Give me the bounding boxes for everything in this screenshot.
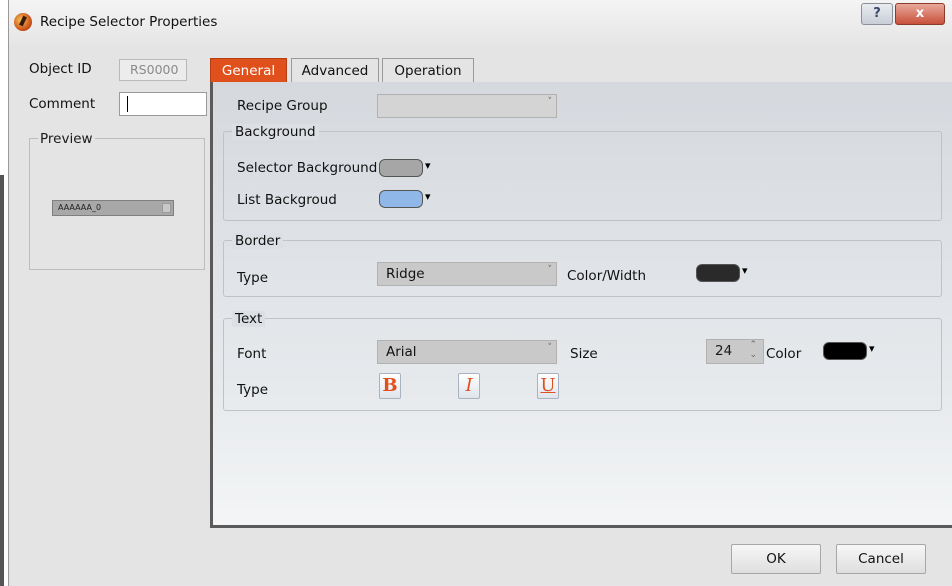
cancel-button[interactable]: Cancel [836, 544, 926, 574]
ok-button[interactable]: OK [731, 544, 821, 574]
tab-general[interactable]: General [210, 58, 287, 83]
selector-background-swatch [379, 159, 423, 177]
background-group-title: Background [232, 124, 319, 140]
font-value: Arial [386, 344, 417, 360]
chevron-down-icon: ˅ [547, 343, 553, 353]
recipe-group-dropdown[interactable]: ˅ [377, 94, 557, 118]
recipe-app-icon [14, 13, 32, 31]
underline-icon[interactable]: U [537, 373, 559, 399]
size-label: Size [570, 346, 598, 362]
dropdown-arrow-icon: ▾ [869, 342, 875, 355]
comment-label: Comment [29, 96, 96, 112]
dropdown-arrow-icon: ▾ [425, 159, 431, 172]
dialog-window: Recipe Selector Properties ? x Object ID… [8, 0, 952, 586]
preview-combo-arrow-icon [162, 203, 171, 213]
color-width-label: Color/Width [567, 268, 647, 284]
font-size-spinner[interactable]: 24 ⌃ ⌄ [706, 339, 764, 364]
list-background-color-picker[interactable]: ▾ [379, 188, 435, 210]
font-dropdown[interactable]: Arial ˅ [377, 340, 557, 364]
comment-input[interactable] [119, 92, 207, 116]
title-bar: Recipe Selector Properties ? x [9, 0, 952, 44]
border-type-value: Ridge [386, 266, 425, 282]
tab-operation[interactable]: Operation [382, 58, 474, 83]
border-color-picker[interactable]: ▾ [696, 262, 752, 284]
border-type-dropdown[interactable]: Ridge ˅ [377, 262, 557, 286]
text-color-swatch [823, 342, 867, 360]
list-background-swatch [379, 190, 423, 208]
help-button[interactable]: ? [861, 3, 893, 25]
text-type-label: Type [237, 382, 269, 398]
chevron-down-icon: ˅ [547, 97, 553, 107]
close-button[interactable]: x [895, 3, 945, 25]
window-frame-edge [0, 175, 4, 586]
dropdown-arrow-icon: ▾ [742, 264, 748, 277]
border-color-swatch [696, 264, 740, 282]
preview-combo-text: AAAAAA_0 [58, 203, 102, 212]
font-size-value: 24 [715, 343, 733, 359]
text-caret [127, 96, 128, 112]
list-background-label: List Backgroud [237, 192, 337, 208]
text-color-label: Color [766, 346, 802, 362]
italic-icon[interactable]: I [458, 373, 480, 399]
tab-advanced[interactable]: Advanced [291, 58, 379, 83]
window-title: Recipe Selector Properties [40, 14, 218, 30]
dropdown-arrow-icon: ▾ [425, 190, 431, 203]
preview-combo: AAAAAA_0 [52, 200, 174, 216]
text-color-picker[interactable]: ▾ [823, 340, 879, 362]
selector-background-label: Selector Background [237, 160, 378, 176]
recipe-group-label: Recipe Group [237, 98, 328, 114]
selector-background-color-picker[interactable]: ▾ [379, 157, 435, 179]
object-id-label: Object ID [29, 61, 92, 77]
font-label: Font [237, 346, 267, 362]
text-group [223, 318, 942, 411]
border-group-title: Border [232, 233, 284, 249]
bold-icon[interactable]: B [379, 373, 401, 399]
border-type-label: Type [237, 270, 269, 286]
chevron-down-icon: ˅ [547, 265, 553, 275]
preview-label: Preview [38, 131, 95, 147]
spin-arrows-icon[interactable]: ⌃ ⌄ [749, 340, 757, 360]
object-id-field: RS0000 [119, 59, 187, 81]
text-group-title: Text [232, 311, 266, 327]
